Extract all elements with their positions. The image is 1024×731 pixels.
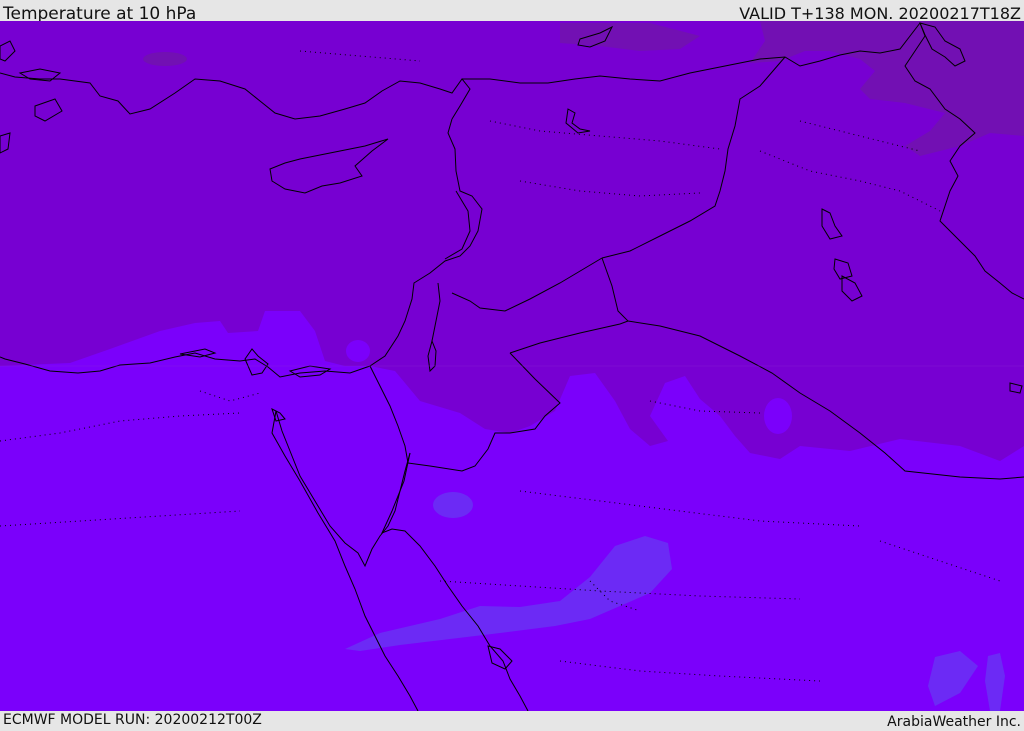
- footer-bar: ECMWF MODEL RUN: 20200212T00Z ArabiaWeat…: [0, 711, 1024, 730]
- cool-patch-sinai: [433, 492, 473, 518]
- model-run: ECMWF MODEL RUN: 20200212T00Z: [3, 712, 262, 728]
- cool-spot-2: [764, 398, 792, 434]
- header-bar: Temperature at 10 hPa VALID T+138 MON. 2…: [0, 0, 1024, 24]
- credit: ArabiaWeather Inc.: [887, 714, 1021, 730]
- warm-spot-aegean: [143, 52, 187, 66]
- cool-spot-1: [346, 340, 370, 362]
- temperature-map: [0, 21, 1024, 711]
